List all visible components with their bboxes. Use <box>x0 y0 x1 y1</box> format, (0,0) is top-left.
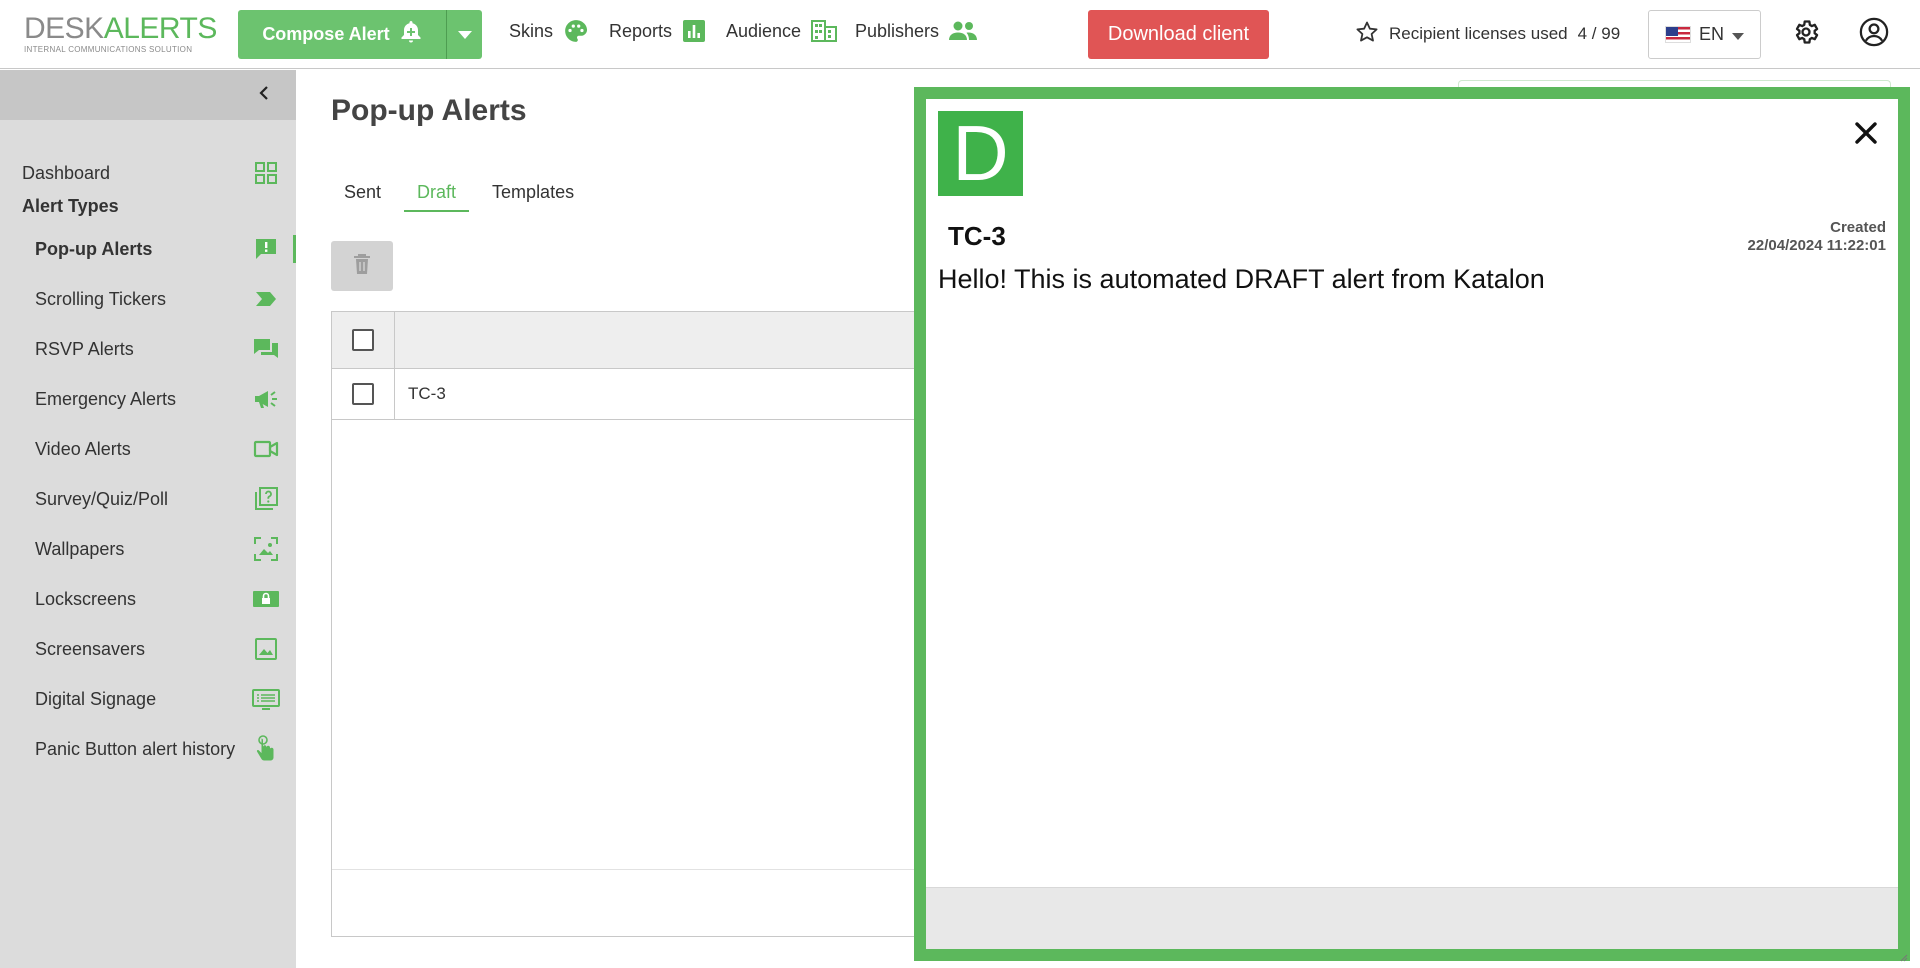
language-selector[interactable]: EN <box>1648 10 1761 59</box>
licenses-label: Recipient licenses used <box>1389 24 1568 43</box>
account-button[interactable] <box>1857 17 1891 51</box>
close-icon <box>1854 121 1878 150</box>
sidebar-item-wallpapers[interactable]: Wallpapers <box>0 529 296 569</box>
popup-alert-body: Hello! This is automated DRAFT alert fro… <box>938 264 1545 294</box>
recipient-licenses[interactable]: Recipient licenses used 4 / 99 <box>1355 16 1620 52</box>
sidebar-item-video-alerts[interactable]: Video Alerts <box>0 429 296 469</box>
sidebar-item-panic-button-history[interactable]: Panic Button alert history <box>0 729 296 769</box>
nav-audience[interactable]: Audience <box>726 0 838 62</box>
desk-alerts-logo[interactable]: DESKALERTS INTERNAL COMMUNICATIONS SOLUT… <box>24 12 218 55</box>
close-preview-button[interactable] <box>1850 119 1882 151</box>
alert-tabs: Sent Draft Templates <box>331 178 597 212</box>
alert-preview-popup: D TC-3 Created 22/04/2024 11:22:01 Hello… <box>914 87 1910 962</box>
nav-publishers-label: Publishers <box>855 20 940 41</box>
sidebar-item-popup-alerts[interactable]: Pop-up Alerts <box>0 229 296 269</box>
sidebar-item-label: Scrolling Tickers <box>35 288 167 309</box>
wallpaper-icon <box>252 535 280 563</box>
nav-reports[interactable]: Reports <box>609 0 706 62</box>
sidebar-item-dashboard[interactable]: Dashboard <box>0 153 296 193</box>
sidebar-item-label: RSVP Alerts <box>35 338 134 359</box>
compose-alert-group: Compose Alert <box>238 10 482 59</box>
us-flag-icon <box>1664 26 1691 43</box>
resize-handle[interactable] <box>1898 949 1908 962</box>
palette-icon <box>563 18 589 44</box>
sidebar-item-label: Panic Button alert history <box>35 738 236 759</box>
ticker-icon <box>252 285 280 313</box>
sidebar-item-label: Video Alerts <box>35 438 131 459</box>
caret-down-icon <box>1732 24 1744 45</box>
sidebar-item-label: Digital Signage <box>35 688 157 709</box>
download-client-button[interactable]: Download client <box>1088 10 1269 59</box>
licenses-value: 4 / 99 <box>1577 24 1621 43</box>
logo-tagline: INTERNAL COMMUNICATIONS SOLUTION <box>24 45 193 54</box>
popup-alert-title: TC-3 <box>948 221 1006 251</box>
sidebar-item-rsvp-alerts[interactable]: RSVP Alerts <box>0 329 296 369</box>
sidebar-item-scrolling-tickers[interactable]: Scrolling Tickers <box>0 279 296 319</box>
signage-icon <box>252 685 280 713</box>
sidebar-item-label: Dashboard <box>22 162 111 183</box>
trash-icon <box>353 253 371 280</box>
tab-sent[interactable]: Sent <box>331 178 394 212</box>
alert-types-heading: Alert Types <box>22 196 119 216</box>
logo-text-desk: DESK <box>24 12 104 45</box>
nav-audience-label: Audience <box>726 20 802 41</box>
delete-button[interactable] <box>331 241 393 291</box>
image-icon <box>252 635 280 663</box>
people-icon <box>949 20 978 42</box>
question-stack-icon <box>252 485 280 513</box>
tab-templates[interactable]: Templates <box>479 178 587 212</box>
nav-skins[interactable]: Skins <box>509 0 589 62</box>
bar-chart-icon <box>682 19 706 43</box>
popup-created-info: Created 22/04/2024 11:22:01 <box>1748 219 1886 255</box>
video-camera-icon <box>252 435 280 463</box>
building-icon <box>811 19 838 43</box>
sidebar: Dashboard Alert Types Pop-up Alerts Scro… <box>0 70 296 968</box>
sidebar-item-label: Pop-up Alerts <box>35 238 153 259</box>
sidebar-collapse-bar <box>0 70 296 120</box>
sidebar-item-emergency-alerts[interactable]: Emergency Alerts <box>0 379 296 419</box>
alert-name-cell[interactable]: TC-3 <box>408 369 446 419</box>
top-bar: DESKALERTS INTERNAL COMMUNICATIONS SOLUT… <box>0 0 1920 69</box>
created-date: 22/04/2024 11:22:01 <box>1747 237 1886 254</box>
touch-hand-icon <box>252 735 280 763</box>
nav-reports-label: Reports <box>609 20 673 41</box>
sidebar-item-label: Survey/Quiz/Poll <box>35 488 169 509</box>
tab-draft[interactable]: Draft <box>404 178 470 212</box>
compose-alert-button[interactable]: Compose Alert <box>238 10 446 59</box>
megaphone-icon <box>252 385 280 413</box>
row-checkbox[interactable] <box>352 383 374 405</box>
skin-logo: D <box>938 111 1023 196</box>
settings-button[interactable] <box>1789 17 1823 51</box>
logo-text-alerts: ALERTS <box>103 12 218 45</box>
compose-alert-label: Compose Alert <box>262 24 390 44</box>
sidebar-item-label: Wallpapers <box>35 538 125 559</box>
page-title: Pop-up Alerts <box>331 94 527 127</box>
sidebar-item-survey-quiz-poll[interactable]: Survey/Quiz/Poll <box>0 479 296 519</box>
bell-plus-icon <box>400 20 422 49</box>
nav-skins-label: Skins <box>509 20 554 41</box>
sidebar-item-label: Screensavers <box>35 638 146 659</box>
user-circle-icon <box>1859 17 1889 52</box>
sidebar-item-label: Emergency Alerts <box>35 388 177 409</box>
sidebar-item-screensavers[interactable]: Screensavers <box>0 629 296 669</box>
dashboard-grid-icon <box>252 159 280 187</box>
nav-publishers[interactable]: Publishers <box>855 0 978 62</box>
created-label: Created <box>1830 219 1886 236</box>
gear-icon <box>1792 18 1820 51</box>
sidebar-item-label: Lockscreens <box>35 588 137 609</box>
star-icon <box>1355 20 1379 49</box>
popup-footer <box>926 887 1898 949</box>
compose-dropdown-button[interactable] <box>446 10 482 59</box>
collapse-sidebar-button[interactable] <box>252 83 276 107</box>
language-value: EN <box>1698 24 1724 44</box>
chevron-left-icon <box>258 85 270 106</box>
exclamation-chat-icon <box>252 235 280 263</box>
lock-screen-icon <box>252 585 280 613</box>
caret-down-icon <box>457 26 472 44</box>
chat-bubbles-icon <box>252 335 280 363</box>
sidebar-item-digital-signage[interactable]: Digital Signage <box>0 679 296 719</box>
select-all-checkbox[interactable] <box>352 329 374 351</box>
sidebar-item-lockscreens[interactable]: Lockscreens <box>0 579 296 619</box>
